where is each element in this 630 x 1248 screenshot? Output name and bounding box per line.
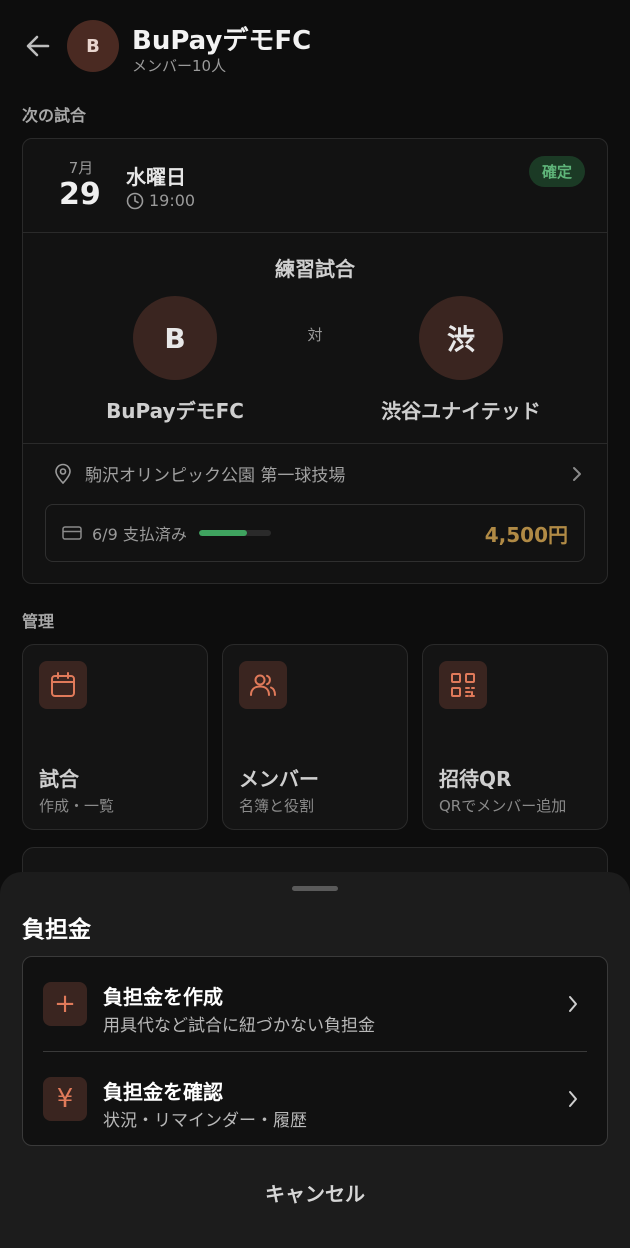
match-time-row: 19:00 — [126, 191, 195, 210]
home-team-name: BuPayデモFC — [106, 399, 244, 423]
team-name: BuPayデモFC — [132, 26, 312, 56]
match-type: 練習試合 — [275, 257, 355, 281]
chevron-right-icon — [573, 466, 581, 481]
match-month: 7月 — [68, 159, 94, 177]
tile-subtitle: 名簿と役割 — [239, 797, 315, 815]
card-divider — [23, 443, 607, 444]
fee-bottom-sheet: 負担金 + 負担金を作成 用具代など試合に紐づかない負担金 ¥ 負担金を確認 状… — [0, 872, 630, 1248]
tile-title: メンバー — [239, 767, 319, 791]
calendar-icon — [39, 661, 87, 709]
users-icon — [239, 661, 287, 709]
venue-row[interactable]: 駒沢オリンピック公園 第一球技場 — [53, 461, 583, 486]
payment-status-text: 6/9 支払済み — [92, 525, 187, 544]
tile-subtitle: QRでメンバー追加 — [439, 797, 567, 815]
clock-icon — [126, 192, 144, 209]
location-pin-icon — [55, 463, 71, 484]
card-divider — [23, 232, 607, 233]
match-time: 19:00 — [149, 191, 196, 210]
qr-code-icon — [439, 661, 487, 709]
away-team-name: 渋谷ユナイテッド — [381, 399, 541, 423]
match-weekday: 水曜日 — [126, 165, 186, 189]
back-arrow-icon[interactable] — [22, 30, 54, 62]
team-page: B BuPayデモFC メンバー10人 次の試合 7月 29 水曜日 19:00… — [0, 0, 630, 1248]
cancel-button[interactable]: キャンセル — [0, 1178, 630, 1207]
chevron-right-icon — [569, 996, 577, 1012]
sheet-title: 負担金 — [22, 917, 91, 943]
sheet-drag-handle[interactable] — [292, 886, 338, 891]
next-match-card[interactable]: 7月 29 水曜日 19:00 確定 練習試合 B 対 渋 BuPayデモFC … — [22, 138, 608, 584]
away-team-avatar: 渋 — [419, 296, 503, 380]
payment-progress-bar — [198, 530, 271, 536]
members-tile[interactable]: メンバー 名簿と役割 — [222, 644, 408, 830]
invite-qr-tile[interactable]: 招待QR QRでメンバー追加 — [422, 644, 608, 830]
tile-subtitle: 作成・一覧 — [39, 797, 115, 815]
option-title: 負担金を確認 — [103, 1080, 223, 1104]
payment-progress-fill — [198, 530, 247, 536]
matches-tile[interactable]: 試合 作成・一覧 — [22, 644, 208, 830]
member-count: メンバー10人 — [132, 57, 227, 75]
check-fee-option[interactable]: ¥ 負担金を確認 状況・リマインダー・履歴 — [23, 1052, 607, 1146]
team-avatar: B — [67, 20, 119, 72]
venue-name: 駒沢オリンピック公園 第一球技場 — [85, 466, 346, 486]
option-subtitle: 用具代など試合に紐づかない負担金 — [103, 1016, 375, 1036]
payment-status-box[interactable]: 6/9 支払済み 4,500円 — [45, 504, 585, 562]
match-day: 29 — [59, 177, 101, 212]
management-section-label: 管理 — [22, 612, 55, 631]
payment-amount: 4,500円 — [484, 522, 568, 547]
tile-title: 招待QR — [439, 767, 512, 791]
sheet-options: + 負担金を作成 用具代など試合に紐づかない負担金 ¥ 負担金を確認 状況・リマ… — [22, 956, 608, 1146]
option-subtitle: 状況・リマインダー・履歴 — [103, 1111, 307, 1131]
create-fee-option[interactable]: + 負担金を作成 用具代など試合に紐づかない負担金 — [23, 957, 607, 1051]
vs-label: 対 — [307, 326, 323, 344]
credit-card-icon — [62, 526, 82, 540]
yen-icon: ¥ — [43, 1077, 87, 1121]
tile-title: 試合 — [39, 767, 79, 791]
option-title: 負担金を作成 — [103, 985, 223, 1009]
plus-icon: + — [43, 982, 87, 1026]
chevron-right-icon — [569, 1091, 577, 1107]
next-match-section-label: 次の試合 — [22, 106, 87, 125]
status-badge: 確定 — [528, 156, 585, 187]
